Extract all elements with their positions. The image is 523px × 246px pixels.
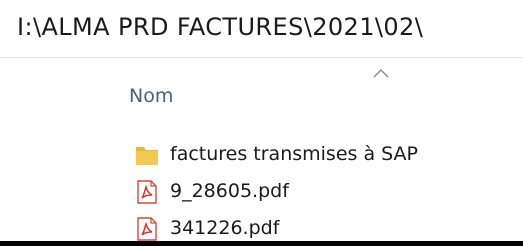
file-name: factures transmises à SAP <box>170 143 419 165</box>
pdf-file-icon <box>137 217 157 241</box>
folder-icon <box>136 147 158 165</box>
divider <box>0 241 523 246</box>
column-header-name[interactable]: Nom <box>129 85 173 107</box>
file-name: 9_28605.pdf <box>170 180 289 202</box>
pdf-file-icon <box>137 180 157 204</box>
address-bar[interactable]: I:\ALMA PRD FACTURES\2021\02\ <box>0 0 523 58</box>
address-path[interactable]: I:\ALMA PRD FACTURES\2021\02\ <box>17 13 423 41</box>
file-name: 341226.pdf <box>170 217 280 239</box>
list-item[interactable]: factures transmises à SAP <box>130 140 523 170</box>
list-item[interactable]: 9_28605.pdf <box>130 177 523 207</box>
file-list: Nom factures transmises à SAP 9_28605.pd… <box>0 59 523 246</box>
list-item[interactable]: 341226.pdf <box>130 214 523 244</box>
chevron-up-icon[interactable] <box>373 68 389 78</box>
